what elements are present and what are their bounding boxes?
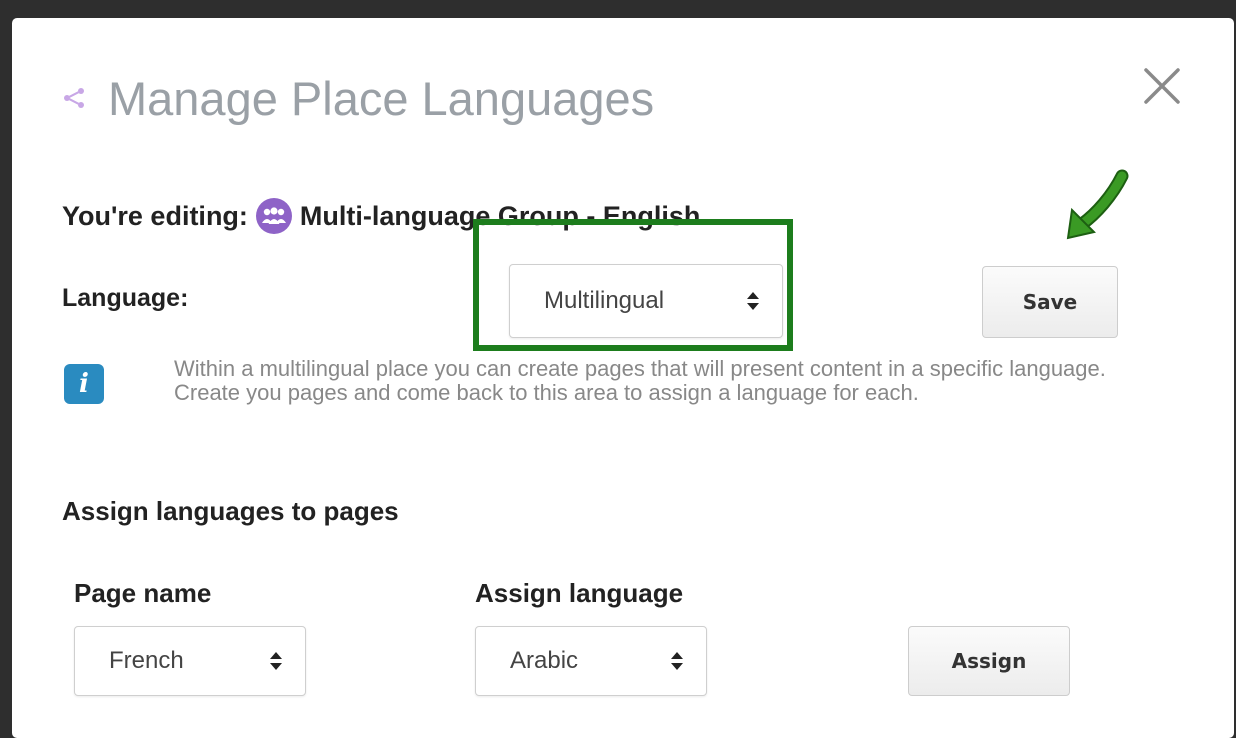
assign-language-select[interactable]: Arabic: [475, 626, 707, 696]
language-select[interactable]: Multilingual: [509, 264, 783, 338]
updown-icon: [671, 652, 683, 670]
page-name-header: Page name: [74, 578, 212, 608]
assign-section-title: Assign languages to pages: [62, 496, 399, 526]
language-label: Language:: [62, 284, 189, 312]
modal-header: Manage Place Languages: [62, 68, 654, 128]
page-select-value: French: [109, 647, 184, 674]
info-text: Within a multilingual place you can crea…: [174, 356, 1106, 405]
save-button[interactable]: Save: [982, 266, 1118, 338]
close-icon[interactable]: [1134, 58, 1190, 114]
modal-title: Manage Place Languages: [108, 71, 655, 125]
language-select-value: Multilingual: [544, 287, 665, 314]
pointer-arrow-icon: [1066, 169, 1129, 240]
editing-prefix: You're editing:: [62, 200, 248, 231]
updown-icon: [747, 292, 759, 310]
group-icon: [255, 198, 292, 234]
assign-button[interactable]: Assign: [908, 626, 1070, 696]
info-icon: i: [64, 364, 104, 404]
share-back-icon[interactable]: [62, 86, 86, 110]
assign-language-value: Arabic: [510, 647, 579, 674]
page-name-select[interactable]: French: [74, 626, 306, 696]
updown-icon: [270, 652, 282, 670]
assign-language-header: Assign language: [475, 578, 684, 608]
